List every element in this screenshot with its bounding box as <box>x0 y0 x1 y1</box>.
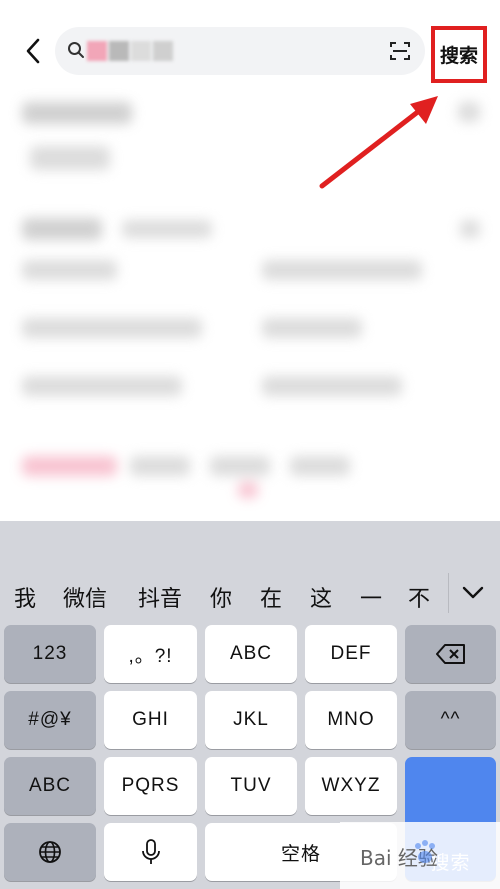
candidate-word[interactable]: 抖音 <box>138 581 182 613</box>
top-search-bar: 搜索 <box>0 0 500 100</box>
key-abc-mode[interactable]: ABC <box>4 757 96 815</box>
candidate-word[interactable]: 我 <box>14 581 36 613</box>
key-punctuation[interactable]: ,。?! <box>104 625 197 683</box>
key-123[interactable]: 123 <box>4 625 96 683</box>
candidate-word[interactable]: 不 <box>408 581 430 613</box>
key-mno[interactable]: MNO <box>305 691 397 749</box>
backspace-icon <box>435 644 465 664</box>
key-emoticon[interactable]: ^^ <box>405 691 496 749</box>
baidu-paw-icon <box>415 840 435 863</box>
key-globe[interactable] <box>4 823 96 881</box>
microphone-icon <box>141 839 160 864</box>
blurred-page-content <box>0 90 500 520</box>
back-button[interactable] <box>18 34 48 68</box>
key-jkl[interactable]: JKL <box>205 691 297 749</box>
key-wxyz[interactable]: WXYZ <box>305 757 397 815</box>
candidate-word[interactable]: 微信 <box>63 581 107 613</box>
candidate-bar: 我 微信 抖音 你 在 这 一 不 <box>0 521 500 621</box>
key-tuv[interactable]: TUV <box>205 757 297 815</box>
key-ghi[interactable]: GHI <box>104 691 197 749</box>
candidate-word[interactable]: 你 <box>210 581 232 613</box>
key-pqrs[interactable]: PQRS <box>104 757 197 815</box>
search-input[interactable] <box>55 27 425 75</box>
key-backspace[interactable] <box>405 625 496 683</box>
key-def[interactable]: DEF <box>305 625 397 683</box>
scan-icon[interactable] <box>389 40 411 62</box>
candidate-word[interactable]: 在 <box>260 581 282 613</box>
globe-icon <box>39 841 61 863</box>
key-abc[interactable]: ABC <box>205 625 297 683</box>
key-microphone[interactable] <box>104 823 197 881</box>
search-icon <box>68 42 84 58</box>
back-arrow-icon <box>26 38 40 64</box>
candidate-word[interactable]: 这 <box>310 581 332 613</box>
search-query-redacted <box>87 41 173 61</box>
search-button[interactable]: 搜索 <box>431 26 487 83</box>
candidate-divider <box>448 573 449 613</box>
collapse-chevron-icon[interactable] <box>458 579 488 605</box>
candidate-word[interactable]: 一 <box>360 581 382 613</box>
key-symbols[interactable]: #@¥ <box>4 691 96 749</box>
